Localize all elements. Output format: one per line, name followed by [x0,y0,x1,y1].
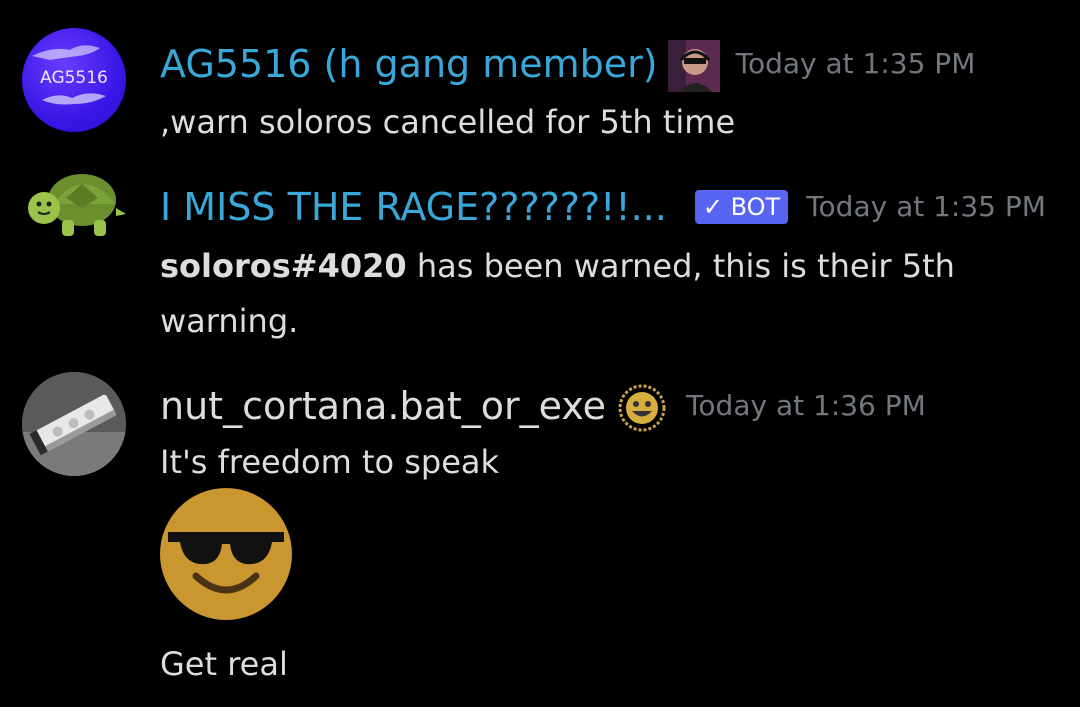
message-text-2: Get real [160,645,288,683]
timestamp: Today at 1:35 PM [806,190,1046,223]
sunglasses-emoji [160,488,292,620]
avatar-ag5516[interactable]: AG5516 [22,28,126,132]
user-mention[interactable]: soloros#4020 [160,247,407,285]
turtle-icon [28,174,126,236]
avatar-nut-cortana[interactable] [22,372,126,476]
message-text: ,warn soloros cancelled for 5th time [160,103,736,141]
smiley-badge-icon [618,384,666,432]
bot-badge: ✓ BOT [694,190,789,224]
message-text-line1: has been warned, this is their 5th [406,247,955,285]
timestamp: Today at 1:35 PM [735,47,976,80]
avatar-label: AG5516 [40,68,108,88]
username[interactable]: AG5516 (h gang member) [160,41,658,87]
power-strip-icon [22,372,126,476]
username[interactable]: nut_cortana.bat_or_exe [160,383,606,429]
person-with-headset-icon [667,40,720,92]
avatar-bot[interactable] [22,158,126,262]
timestamp: Today at 1:36 PM [686,389,926,422]
username[interactable]: I MISS THE RAGE??????!!... [160,184,667,230]
message-text-line2: warning. [160,302,299,340]
message-text: soloros#4020 has been warned, this is th… [160,239,1040,349]
message-text: It's freedom to speak [160,443,500,481]
